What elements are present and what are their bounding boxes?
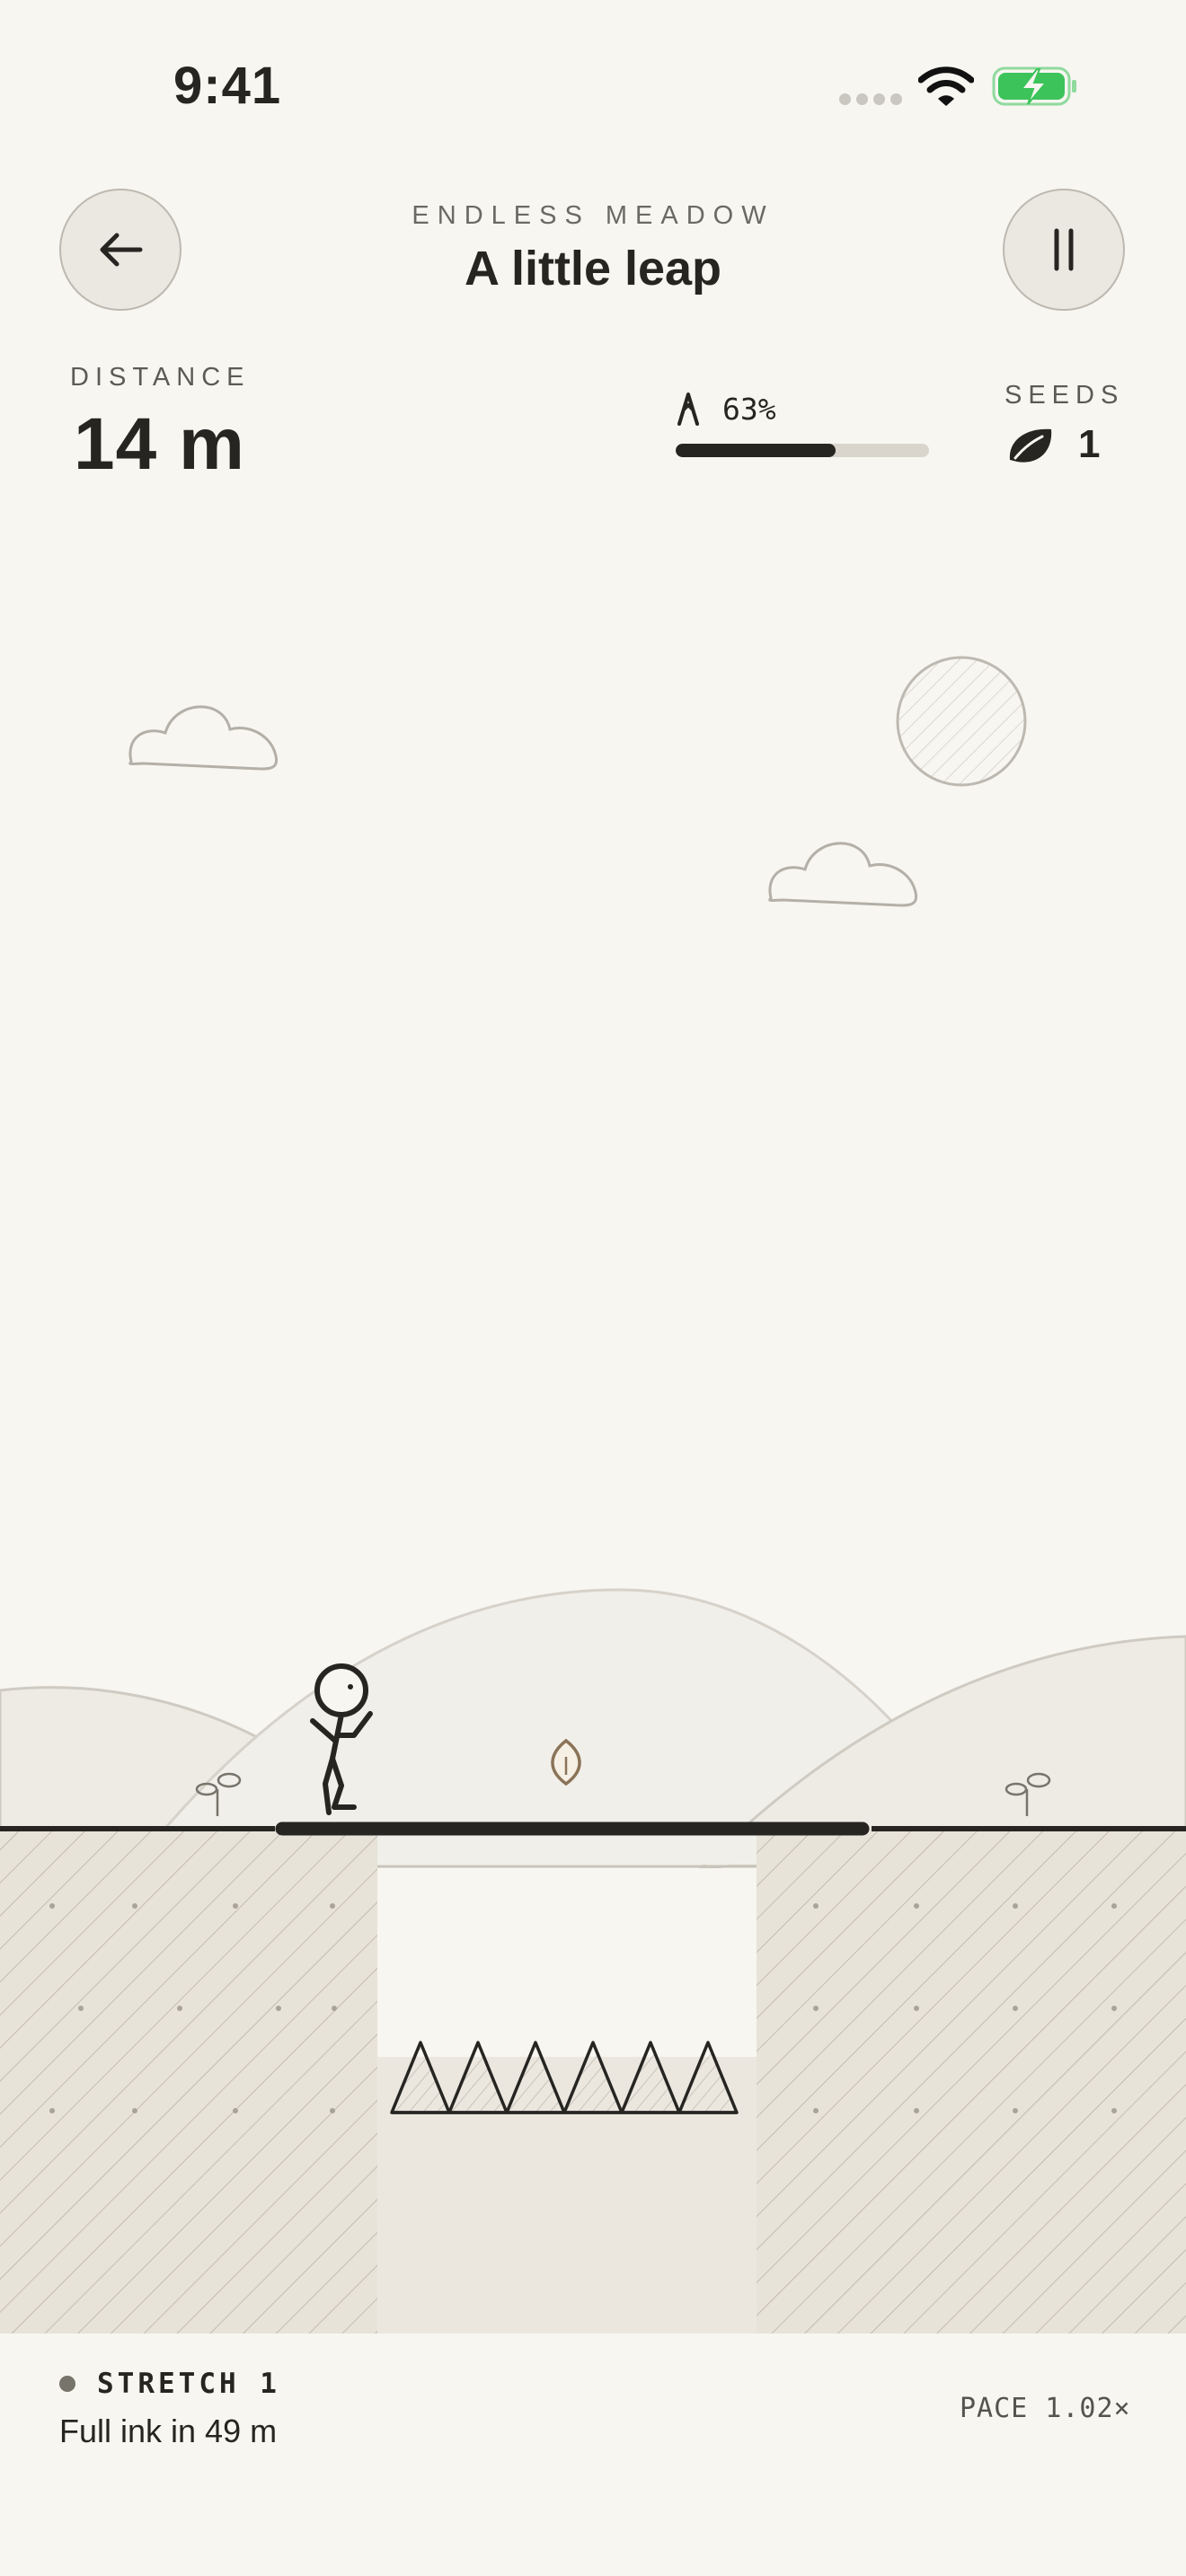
distance-label: DISTANCE xyxy=(70,363,251,392)
stretch-indicator-dot xyxy=(59,2376,75,2392)
pace-readout: PACE 1.02× xyxy=(960,2393,1131,2424)
ink-meter-fill xyxy=(676,444,836,457)
stretch-label: STRETCH 1 xyxy=(97,2368,280,2400)
seeds-label: SEEDS xyxy=(1005,381,1125,410)
battery-charging-icon xyxy=(992,66,1076,106)
cloud xyxy=(768,842,917,907)
sun xyxy=(896,656,1027,787)
cellular-signal-icon xyxy=(839,93,907,110)
distance-value: 14 m xyxy=(74,403,245,485)
ground-left xyxy=(0,1829,377,2333)
ink-meter xyxy=(676,444,929,457)
ink-percent: 63% xyxy=(722,392,776,427)
pen-nib-icon xyxy=(677,393,699,426)
ground-right xyxy=(757,1829,1186,2333)
pause-icon xyxy=(1054,228,1074,271)
cloud xyxy=(128,705,278,771)
status-time: 9:41 xyxy=(173,57,282,115)
pause-button[interactable] xyxy=(1003,189,1125,311)
stretch-subtitle: Full ink in 49 m xyxy=(59,2413,278,2449)
wifi-icon xyxy=(918,66,974,106)
seeds-count: 1 xyxy=(1078,422,1101,466)
leaf-icon xyxy=(1009,428,1052,463)
